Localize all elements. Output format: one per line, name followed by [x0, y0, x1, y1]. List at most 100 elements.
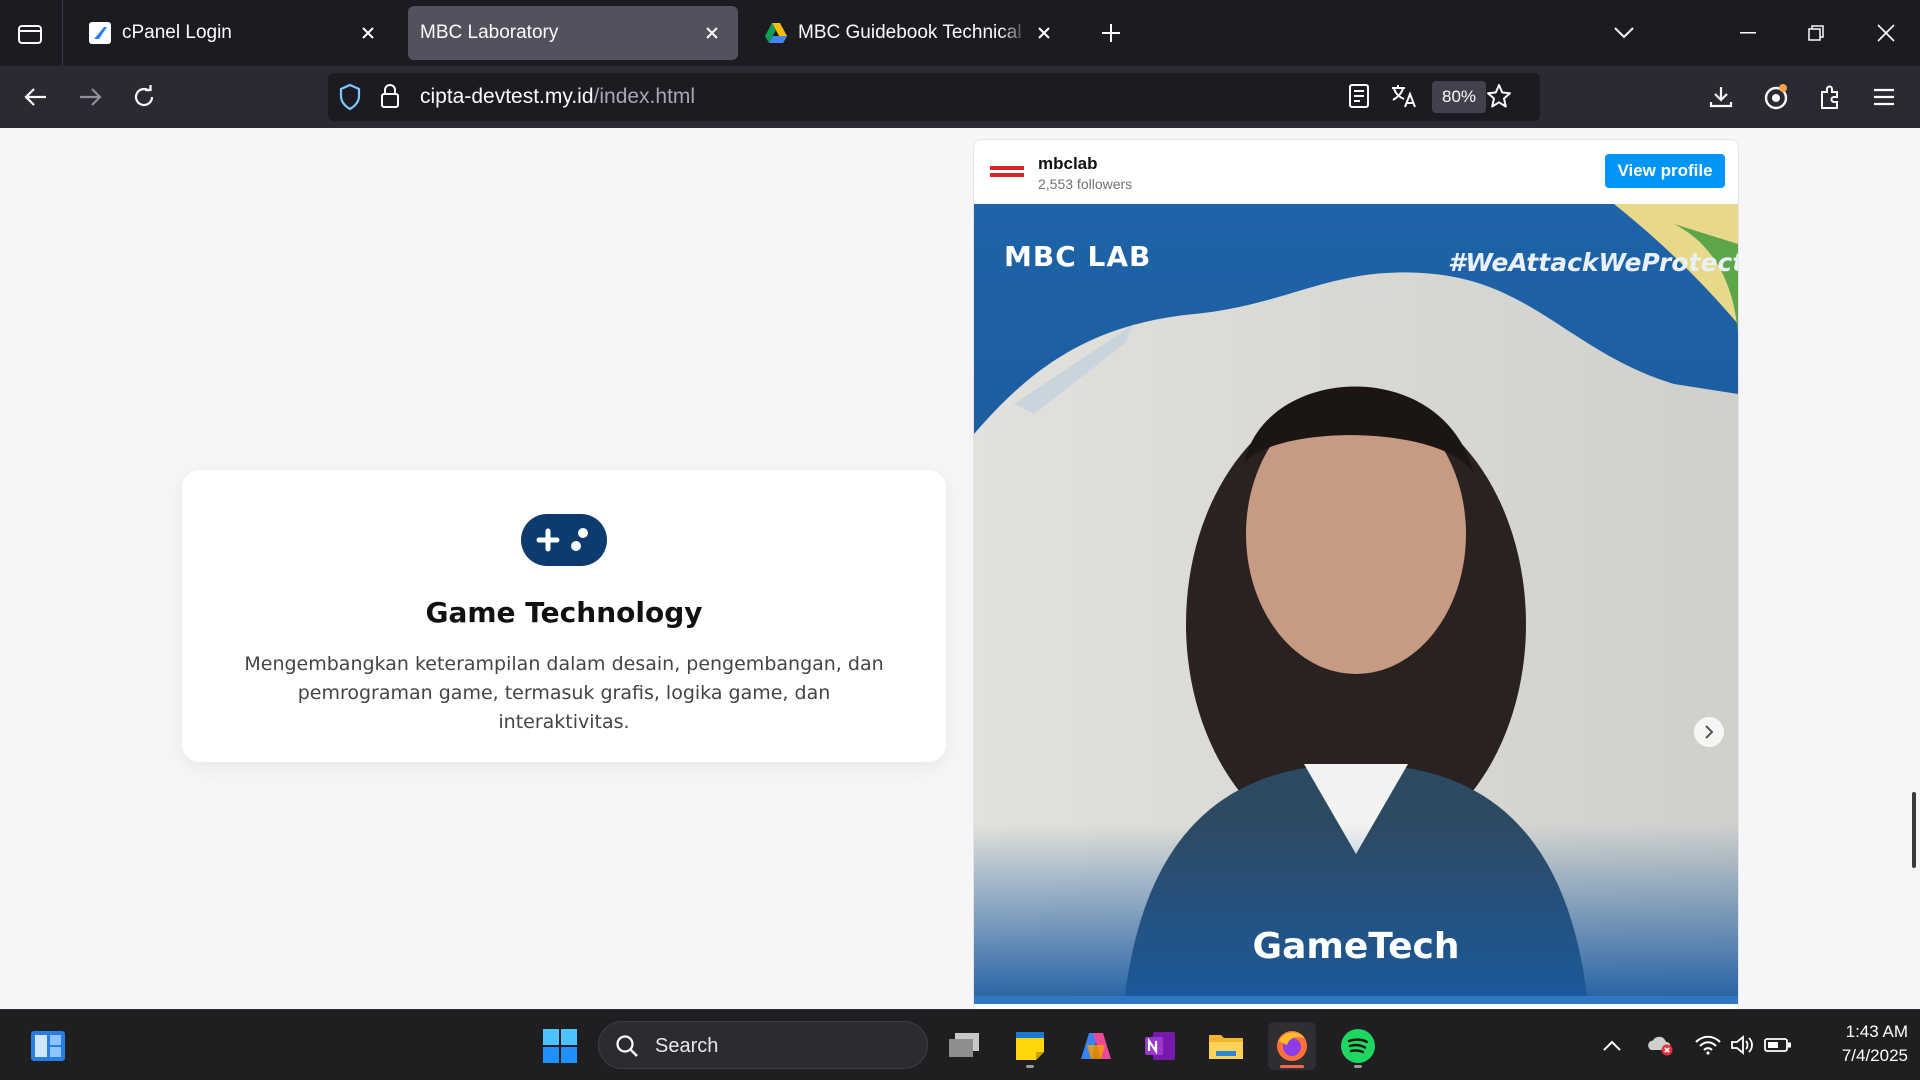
mbclab-avatar[interactable]: [988, 158, 1026, 186]
copilot-icon: [1081, 1033, 1111, 1059]
extensions-button[interactable]: [1808, 75, 1852, 119]
cloud-error-icon: [1648, 1036, 1673, 1056]
tab-mbc-laboratory[interactable]: MBC Laboratory: [408, 6, 738, 60]
chevron-right-icon: [1705, 725, 1714, 739]
copilot-app[interactable]: [1072, 1022, 1120, 1070]
lock-icon[interactable]: [380, 83, 400, 114]
tab-cpanel-login[interactable]: cPanel Login: [70, 6, 394, 60]
tab-mbc-guidebook[interactable]: MBC Guidebook Technical Test - Google Dr…: [746, 6, 1070, 60]
page-scrollbar[interactable]: [1912, 792, 1916, 868]
start-button[interactable]: [536, 1022, 584, 1070]
cpanel-favicon-icon: [88, 21, 112, 45]
battery-status[interactable]: [1764, 1031, 1792, 1059]
close-window-button[interactable]: [1862, 10, 1910, 56]
system-clock[interactable]: 1:43 AM 7/4/2025: [1808, 1020, 1908, 1068]
gamepad-icon: [521, 514, 607, 566]
clock-date: 7/4/2025: [1841, 1046, 1908, 1065]
widgets-icon: [31, 1031, 65, 1061]
firefox-app[interactable]: [1268, 1022, 1316, 1070]
tab-title: cPanel Login: [122, 22, 232, 43]
tab-list-button[interactable]: [10, 14, 50, 54]
shield-icon[interactable]: [338, 83, 362, 116]
game-technology-card: Game Technology Mengembangkan keterampil…: [182, 470, 946, 762]
wifi-icon: [1695, 1035, 1721, 1055]
tab-title: MBC Guidebook Technical Test - Google Dr…: [798, 22, 1028, 43]
account-button[interactable]: [1754, 75, 1798, 119]
menu-button[interactable]: [1862, 75, 1906, 119]
arrow-right-icon: [80, 88, 102, 106]
clock-time: 1:43 AM: [1845, 1022, 1908, 1041]
sticky-notes-app[interactable]: [1006, 1022, 1054, 1070]
url-bar[interactable]: cipta-devtest.my.id/index.html 80%: [328, 73, 1540, 121]
widgets-button[interactable]: [24, 1022, 72, 1070]
instagram-username[interactable]: mbclab: [1038, 154, 1098, 174]
tab-title: MBC Laboratory: [420, 22, 559, 43]
downloads-button[interactable]: [1699, 75, 1743, 119]
url-host: cipta-devtest.my.id: [420, 85, 594, 108]
firefox-icon: [1277, 1031, 1307, 1061]
running-indicator: [1354, 1065, 1362, 1068]
close-tab-icon[interactable]: [352, 17, 384, 49]
file-explorer-app[interactable]: [1202, 1022, 1250, 1070]
google-drive-favicon-icon: [764, 21, 788, 45]
restore-icon: [1808, 25, 1824, 41]
tab-list-icon: [18, 25, 42, 44]
bookmark-star-icon[interactable]: [1486, 83, 1512, 114]
instagram-post-media[interactable]: MBC LAB #WeAttackWeProtect GameTech: [974, 204, 1738, 1004]
task-view-button[interactable]: [940, 1022, 988, 1070]
search-icon: [615, 1034, 639, 1063]
volume-status[interactable]: [1728, 1031, 1756, 1059]
instagram-embed: mbclab 2,553 followers View profile MBC …: [974, 140, 1738, 1009]
onenote-icon: [1145, 1032, 1175, 1060]
card-description: Mengembangkan keterampilan dalam desain,…: [244, 653, 884, 733]
url-path: /index.html: [593, 85, 696, 108]
page-content: Game Technology Mengembangkan keterampil…: [0, 128, 1920, 1009]
windows-taskbar: Search 1:43 AM 7/4/2025: [0, 1009, 1920, 1080]
firefox-account-icon: [1764, 84, 1788, 110]
new-tab-button[interactable]: [1092, 14, 1130, 52]
instagram-followers: 2,553 followers: [1038, 176, 1133, 192]
reload-button[interactable]: [122, 75, 166, 119]
url-text[interactable]: cipta-devtest.my.id/index.html: [420, 85, 695, 109]
task-view-icon: [949, 1033, 979, 1057]
hamburger-menu-icon: [1874, 88, 1894, 106]
mbc-lab-logo: MBC LAB: [1004, 240, 1152, 273]
minimize-button[interactable]: [1724, 10, 1772, 56]
card-title: Game Technology: [425, 596, 703, 629]
post-hashtag: #WeAttackWeProtect: [1448, 248, 1738, 277]
minimize-icon: [1740, 32, 1756, 34]
close-tab-icon[interactable]: [1028, 17, 1060, 49]
instagram-header: mbclab 2,553 followers View profile: [974, 140, 1738, 204]
translate-icon[interactable]: [1390, 83, 1418, 114]
puzzle-icon: [1821, 85, 1838, 109]
chevron-down-icon: [1614, 27, 1634, 39]
onedrive-status[interactable]: [1646, 1031, 1674, 1059]
reload-icon: [134, 85, 154, 107]
close-tab-icon[interactable]: [696, 17, 728, 49]
search-placeholder: Search: [655, 1035, 719, 1057]
sticky-notes-icon: [1016, 1032, 1044, 1060]
tab-separator: [62, 0, 63, 66]
reader-view-icon[interactable]: [1348, 83, 1370, 114]
navigation-toolbar: cipta-devtest.my.id/index.html 80%: [0, 66, 1920, 128]
restore-button[interactable]: [1792, 10, 1840, 56]
forward-button[interactable]: [68, 75, 112, 119]
running-indicator: [1280, 1065, 1304, 1068]
onenote-app[interactable]: [1136, 1022, 1184, 1070]
taskbar-search[interactable]: Search: [598, 1021, 928, 1069]
folder-icon: [1209, 1035, 1243, 1059]
close-icon: [1877, 24, 1895, 42]
list-all-tabs-button[interactable]: [1600, 10, 1648, 56]
wifi-status[interactable]: [1694, 1031, 1722, 1059]
windows-start-icon: [543, 1029, 577, 1063]
tab-bar: cPanel Login MBC Laboratory MBC Guideboo…: [0, 0, 1920, 66]
spotify-app[interactable]: [1334, 1022, 1382, 1070]
show-hidden-icons-button[interactable]: [1598, 1031, 1626, 1059]
zoom-level-button[interactable]: 80%: [1432, 81, 1487, 113]
carousel-next-button[interactable]: [1694, 717, 1724, 747]
post-caption: GameTech: [1252, 926, 1460, 967]
battery-icon: [1764, 1038, 1791, 1052]
view-profile-button[interactable]: View profile: [1605, 154, 1725, 188]
running-indicator: [1026, 1065, 1034, 1068]
back-button[interactable]: [14, 75, 58, 119]
